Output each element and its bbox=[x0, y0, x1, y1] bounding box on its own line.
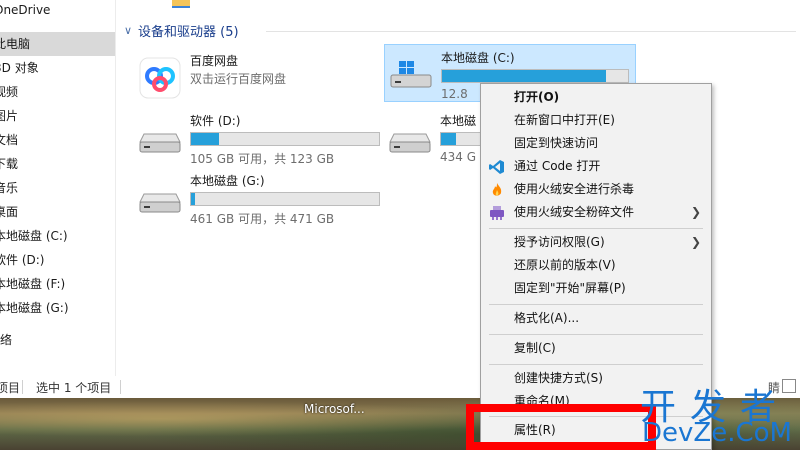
menu-label: 格式化(A)... bbox=[514, 311, 580, 325]
drive-c-fill bbox=[442, 70, 606, 82]
nav-this-pc[interactable]: 此电脑 bbox=[0, 32, 115, 56]
tile-drive-d[interactable]: 软件 (D:) 105 GB 可用，共 123 GB bbox=[134, 108, 384, 166]
nav-label: 网络 bbox=[0, 333, 13, 347]
menu-separator bbox=[489, 364, 703, 365]
drive-usage-bar bbox=[190, 132, 380, 146]
chevron-down-icon: ∨ bbox=[124, 23, 133, 37]
drive-d-fill bbox=[191, 133, 220, 145]
navigation-pane: OneDrive 此电脑 3D 对象 视频 图片 文档 下载 音乐 桌面 本地磁… bbox=[0, 0, 116, 376]
watermark-logo: 开发者 DevZe.CoM bbox=[640, 378, 798, 450]
menu-label: 使用火绒安全进行杀毒 bbox=[514, 182, 635, 196]
drive-icon bbox=[138, 116, 182, 156]
vscode-icon bbox=[489, 159, 505, 175]
nav-drive-d[interactable]: 软件 (D:) bbox=[0, 248, 115, 272]
nav-label: 文档 bbox=[0, 133, 19, 147]
menu-item-open-with-code[interactable]: 通过 Code 打开 bbox=[481, 155, 711, 178]
menu-item-huorong-shred[interactable]: 使用火绒安全粉碎文件 ❯ bbox=[481, 201, 711, 224]
menu-item-pin-start[interactable]: 固定到"开始"屏幕(P) bbox=[481, 277, 711, 300]
tile-name: 本地磁 bbox=[440, 114, 477, 128]
status-item-count: 项目 bbox=[0, 380, 21, 395]
menu-label: 固定到"开始"屏幕(P) bbox=[514, 281, 626, 295]
tile-baidu-netdisk[interactable]: 百度网盘 双击运行百度网盘 bbox=[134, 48, 384, 104]
menu-item-restore-previous[interactable]: 还原以前的版本(V) bbox=[481, 254, 711, 277]
menu-label: 固定到快速访问 bbox=[514, 136, 599, 150]
nav-label: 桌面 bbox=[0, 205, 19, 219]
nav-desktop[interactable]: 桌面 bbox=[0, 200, 115, 224]
menu-label: 还原以前的版本(V) bbox=[514, 258, 616, 272]
chevron-right-icon: ❯ bbox=[690, 235, 701, 249]
huorong-flame-icon bbox=[489, 182, 505, 198]
nav-downloads[interactable]: 下载 bbox=[0, 152, 115, 176]
chevron-right-icon: ❯ bbox=[690, 205, 701, 219]
tile-name: 百度网盘 bbox=[190, 54, 239, 68]
menu-label: 使用火绒安全粉碎文件 bbox=[514, 205, 635, 219]
nav-label: 3D 对象 bbox=[0, 61, 39, 75]
watermark-english: DevZe.CoM bbox=[642, 418, 792, 448]
drive-icon bbox=[388, 116, 432, 156]
nav-network[interactable]: 网络 bbox=[0, 328, 115, 352]
tile-drive-g[interactable]: 本地磁盘 (G:) 461 GB 可用，共 471 GB bbox=[134, 168, 384, 226]
drive-free-text: 434 G bbox=[440, 150, 477, 164]
nav-label: 此电脑 bbox=[0, 37, 31, 51]
drive-f-fill bbox=[441, 133, 457, 145]
nav-drive-c[interactable]: 本地磁盘 (C:) bbox=[0, 224, 115, 248]
nav-label: 下载 bbox=[0, 157, 19, 171]
drive-g-fill bbox=[191, 193, 195, 205]
menu-label: 通过 Code 打开 bbox=[514, 159, 601, 173]
nav-label: 本地磁盘 (F:) bbox=[0, 277, 66, 291]
nav-music[interactable]: 音乐 bbox=[0, 176, 115, 200]
tile-name: 本地磁盘 (C:) bbox=[441, 51, 515, 65]
menu-label: 打开(O) bbox=[514, 90, 560, 104]
nav-label: 本地磁盘 (C:) bbox=[0, 229, 68, 243]
group-header[interactable]: ∨ 设备和驱动器 (5) bbox=[124, 20, 239, 40]
nav-pictures[interactable]: 图片 bbox=[0, 104, 115, 128]
drive-usage-bar bbox=[441, 69, 629, 83]
menu-item-format[interactable]: 格式化(A)... bbox=[481, 307, 711, 330]
nav-label: 图片 bbox=[0, 109, 19, 123]
menu-separator bbox=[489, 334, 703, 335]
tile-subtitle: 双击运行百度网盘 bbox=[190, 72, 287, 86]
nav-documents[interactable]: 文档 bbox=[0, 128, 115, 152]
menu-label: 授予访问权限(G) bbox=[514, 235, 605, 249]
nav-label: 音乐 bbox=[0, 181, 19, 195]
status-divider bbox=[120, 380, 121, 394]
nav-label: 软件 (D:) bbox=[0, 253, 45, 267]
group-title: 设备和驱动器 (5) bbox=[138, 24, 239, 40]
nav-videos[interactable]: 视频 bbox=[0, 80, 115, 104]
status-selection: 选中 1 个项目 bbox=[36, 380, 112, 395]
tile-name: 本地磁盘 (G:) bbox=[190, 174, 265, 188]
menu-item-copy[interactable]: 复制(C) bbox=[481, 337, 711, 360]
menu-item-pin-quick-access[interactable]: 固定到快速访问 bbox=[481, 132, 711, 155]
windows-drive-icon bbox=[389, 53, 433, 93]
nav-3d-objects[interactable]: 3D 对象 bbox=[0, 56, 115, 80]
nav-drive-f[interactable]: 本地磁盘 (F:) bbox=[0, 272, 115, 296]
menu-item-huorong-scan[interactable]: 使用火绒安全进行杀毒 bbox=[481, 178, 711, 201]
drive-free-text: 105 GB 可用，共 123 GB bbox=[190, 152, 335, 166]
taskbar-window-label[interactable]: Microsof... bbox=[304, 402, 365, 416]
nav-label: OneDrive bbox=[0, 3, 51, 17]
folder-icon bbox=[172, 0, 190, 8]
baidu-netdisk-icon bbox=[138, 56, 182, 99]
menu-separator bbox=[489, 304, 703, 305]
status-divider bbox=[22, 380, 23, 394]
drive-icon bbox=[138, 176, 182, 216]
shredder-icon bbox=[489, 205, 505, 221]
menu-separator bbox=[489, 228, 703, 229]
drive-free-text: 12.8 bbox=[441, 87, 468, 101]
menu-item-open[interactable]: 打开(O) bbox=[481, 86, 711, 109]
nav-drive-g[interactable]: 本地磁盘 (G:) bbox=[0, 296, 115, 320]
drive-free-text: 461 GB 可用，共 471 GB bbox=[190, 212, 335, 226]
group-divider bbox=[266, 31, 796, 32]
menu-label: 创建快捷方式(S) bbox=[514, 371, 603, 385]
nav-onedrive[interactable]: OneDrive bbox=[0, 0, 115, 22]
nav-label: 视频 bbox=[0, 85, 19, 99]
menu-item-grant-access[interactable]: 授予访问权限(G) ❯ bbox=[481, 231, 711, 254]
menu-item-open-new-window[interactable]: 在新窗口中打开(E) bbox=[481, 109, 711, 132]
menu-label: 在新窗口中打开(E) bbox=[514, 113, 615, 127]
tile-name: 软件 (D:) bbox=[190, 114, 241, 128]
drive-usage-bar bbox=[190, 192, 380, 206]
nav-label: 本地磁盘 (G:) bbox=[0, 301, 69, 315]
menu-label: 复制(C) bbox=[514, 341, 556, 355]
annotation-highlight-box bbox=[466, 404, 656, 450]
